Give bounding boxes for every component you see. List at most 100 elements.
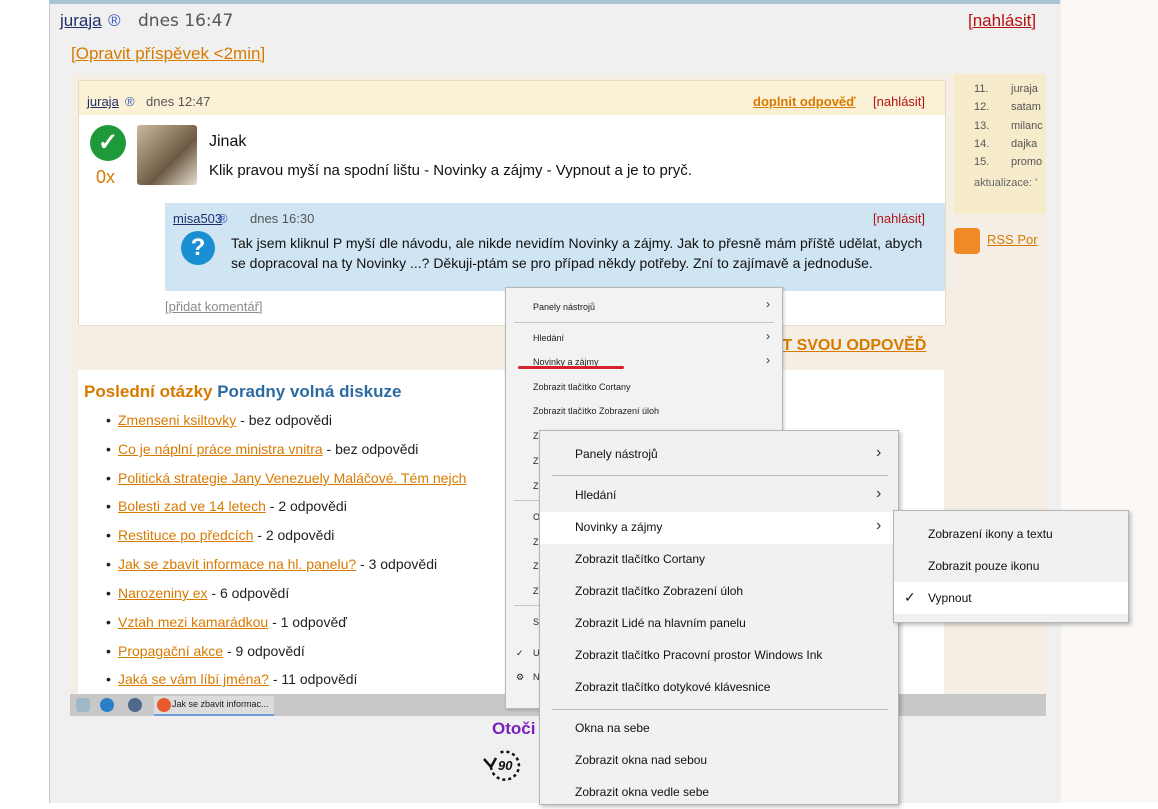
menu-item-label: Hledání: [575, 488, 617, 502]
taskbar-context-menu: Panely nástrojů › Hledání › Novinky a zá…: [539, 430, 899, 805]
rss-link: RSS Por: [987, 232, 1038, 247]
sidebar-updated: aktualizace: ': [974, 177, 1038, 189]
question-link: Jaká se vám líbí jména?: [118, 671, 269, 687]
rank-name: milanc: [1011, 120, 1043, 132]
small-menu-item-partial: Z: [533, 561, 539, 571]
rotate-icon[interactable]: 90: [481, 745, 527, 785]
latest-title-part1: Poslední otázky: [84, 382, 213, 401]
rank-name: dajka: [1011, 138, 1038, 150]
menu-item-label: Novinky a zájmy: [575, 520, 663, 534]
question-box: misa503 ® dnes 16:30 [nahlásit] ? Tak js…: [165, 203, 945, 291]
answer-count: - 2 odpovědi: [265, 498, 347, 514]
answer-count: - 11 odpovědí: [268, 671, 358, 687]
rotate-label[interactable]: Otoči: [492, 719, 535, 739]
menu-item-cascade[interactable]: Okna na sebe: [540, 713, 898, 745]
answer-count: - bez odpovědi: [236, 412, 332, 428]
menu-item-news-and-interests[interactable]: Novinky a zájmy ›: [540, 512, 898, 544]
chevron-right-icon: ›: [876, 517, 882, 534]
list-item: • Jak se zbavit informace na hl. panelu? …: [106, 556, 438, 572]
post-author-link[interactable]: juraja: [60, 11, 102, 31]
answer-count: - 3 odpovědi: [356, 556, 438, 572]
edge-icon: [100, 698, 114, 712]
menu-item-label: Panely nástrojů: [575, 447, 658, 461]
report-link-label[interactable]: [nahlásit]: [968, 11, 1036, 30]
rss-icon: [954, 228, 980, 254]
question-link: Bolesti zad ve 14 letech: [118, 498, 266, 514]
menu-item-label: Zobrazit tlačítko Cortany: [575, 552, 706, 566]
question-time: dnes 16:30: [250, 211, 315, 226]
submenu-item-label: Zobrazení ikony a textu: [928, 527, 1053, 541]
menu-item-label: Zobrazit tlačítko dotykové klávesnice: [575, 680, 771, 694]
question-link: Politická strategie Jany Venezuely Maláč…: [118, 470, 467, 486]
menu-item-cortana[interactable]: Zobrazit tlačítko Cortany: [540, 544, 898, 576]
answer-time: dnes 12:47: [146, 94, 211, 109]
list-item: • Jaká se vám líbí jména? - 11 odpovědí: [106, 671, 358, 687]
answer-count: - bez odpovědi: [322, 441, 419, 457]
news-submenu: Zobrazení ikony a textu Zobrazit pouze i…: [893, 510, 1129, 623]
menu-item-label: Okna na sebe: [575, 721, 650, 735]
list-item: • Vztah mezi kamarádkou - 1 odpověď: [106, 614, 347, 630]
taskbar-task-label: Jak se zbavit informac...: [172, 699, 269, 709]
list-item: • Restituce po předcích - 2 odpovědi: [106, 527, 335, 543]
ranking-sidebar: 11. juraja 12. satam 13. milanc 14. dajk…: [954, 74, 1046, 214]
menu-item-label: Zobrazit tlačítko Zobrazení úloh: [575, 584, 744, 598]
latest-title-part2: Poradny volná diskuze: [217, 382, 402, 401]
question-link: Co je náplní práce ministra vnitra: [118, 441, 323, 457]
chevron-right-icon: ›: [876, 485, 882, 502]
menu-item-search[interactable]: Hledání ›: [540, 480, 898, 512]
submenu-item-icon-only[interactable]: Zobrazit pouze ikonu: [894, 550, 1128, 582]
submenu-item-icon-and-text[interactable]: Zobrazení ikony a textu: [894, 518, 1128, 550]
registered-mark: ®: [108, 11, 121, 30]
page-left-margin: [0, 0, 48, 803]
small-menu-item-partial: Z: [533, 586, 539, 596]
taskbar-task: Jak se zbavit informac...: [154, 696, 274, 716]
menu-item-side-by-side[interactable]: Zobrazit okna vedle sebe: [540, 777, 898, 809]
answer-count: - 6 odpovědí: [207, 585, 290, 601]
small-menu-item: Panely nástrojů: [533, 302, 596, 312]
submenu-item-label: Vypnout: [928, 591, 972, 605]
question-report-link: [nahlásit]: [873, 211, 926, 226]
question-link: Restituce po předcích: [118, 527, 254, 543]
menu-item-toolbars[interactable]: Panely nástrojů ›: [540, 439, 898, 471]
question-reg-mark: ®: [218, 211, 228, 226]
rotate-badge: 90: [498, 758, 513, 773]
question-user: misa503: [173, 211, 223, 226]
small-menu-item: Zobrazit tlačítko Zobrazení úloh: [533, 406, 660, 416]
rank-name: juraja: [1011, 83, 1038, 95]
page-right-margin: [1060, 0, 1158, 803]
red-underline-annotation: [518, 366, 624, 369]
app-icon: [128, 698, 142, 712]
chevron-right-icon: ›: [766, 353, 770, 367]
post-time: dnes 16:47: [138, 11, 234, 31]
add-comment-link: [přidat komentář]: [165, 299, 263, 314]
question-link: Jak se zbavit informace na hl. panelu?: [118, 556, 357, 572]
question-link: Narozeniny ex: [118, 585, 208, 601]
your-answer-link: AT SVOU ODPOVĚĎ: [772, 337, 927, 354]
menu-item-task-view[interactable]: Zobrazit tlačítko Zobrazení úloh: [540, 576, 898, 608]
post-top-border: [49, 0, 1060, 4]
list-item: • Narozeniny ex - 6 odpovědí: [106, 585, 290, 601]
submenu-item-turn-off[interactable]: ✓ Vypnout: [894, 582, 1128, 614]
list-item: • Co je náplní práce ministra vnitra - be…: [106, 441, 419, 457]
answer-count: - 9 odpovědí: [223, 643, 305, 659]
check-icon: ✓: [516, 648, 524, 658]
answer-user: juraja: [87, 94, 119, 109]
answer-title: Jinak: [209, 133, 247, 150]
edit-post-link[interactable]: [Opravit příspěvek <2min]: [71, 44, 265, 64]
answer-report-link: [nahlásit]: [873, 94, 926, 109]
menu-item-touch-keyboard[interactable]: Zobrazit tlačítko dotykové klávesnice: [540, 672, 898, 704]
small-menu-item-partial: Z: [533, 431, 539, 441]
question-mark-icon: ?: [181, 231, 215, 265]
answer-score: 0x: [96, 167, 116, 187]
answer-reg-mark: ®: [125, 94, 135, 109]
submenu-item-label: Zobrazit pouze ikonu: [928, 559, 1040, 573]
menu-item-people[interactable]: Zobrazit Lidé na hlavním panelu: [540, 608, 898, 640]
menu-item-stacked[interactable]: Zobrazit okna nad sebou: [540, 745, 898, 777]
menu-item-windows-ink[interactable]: Zobrazit tlačítko Pracovní prostor Windo…: [540, 640, 898, 672]
menu-item-label: Zobrazit okna vedle sebe: [575, 785, 710, 799]
report-link[interactable]: [nahlásit]: [968, 11, 1036, 31]
check-icon: ✓: [904, 589, 916, 605]
avatar: [137, 125, 197, 185]
menu-separator: [552, 709, 888, 710]
chevron-right-icon: ›: [766, 297, 770, 311]
